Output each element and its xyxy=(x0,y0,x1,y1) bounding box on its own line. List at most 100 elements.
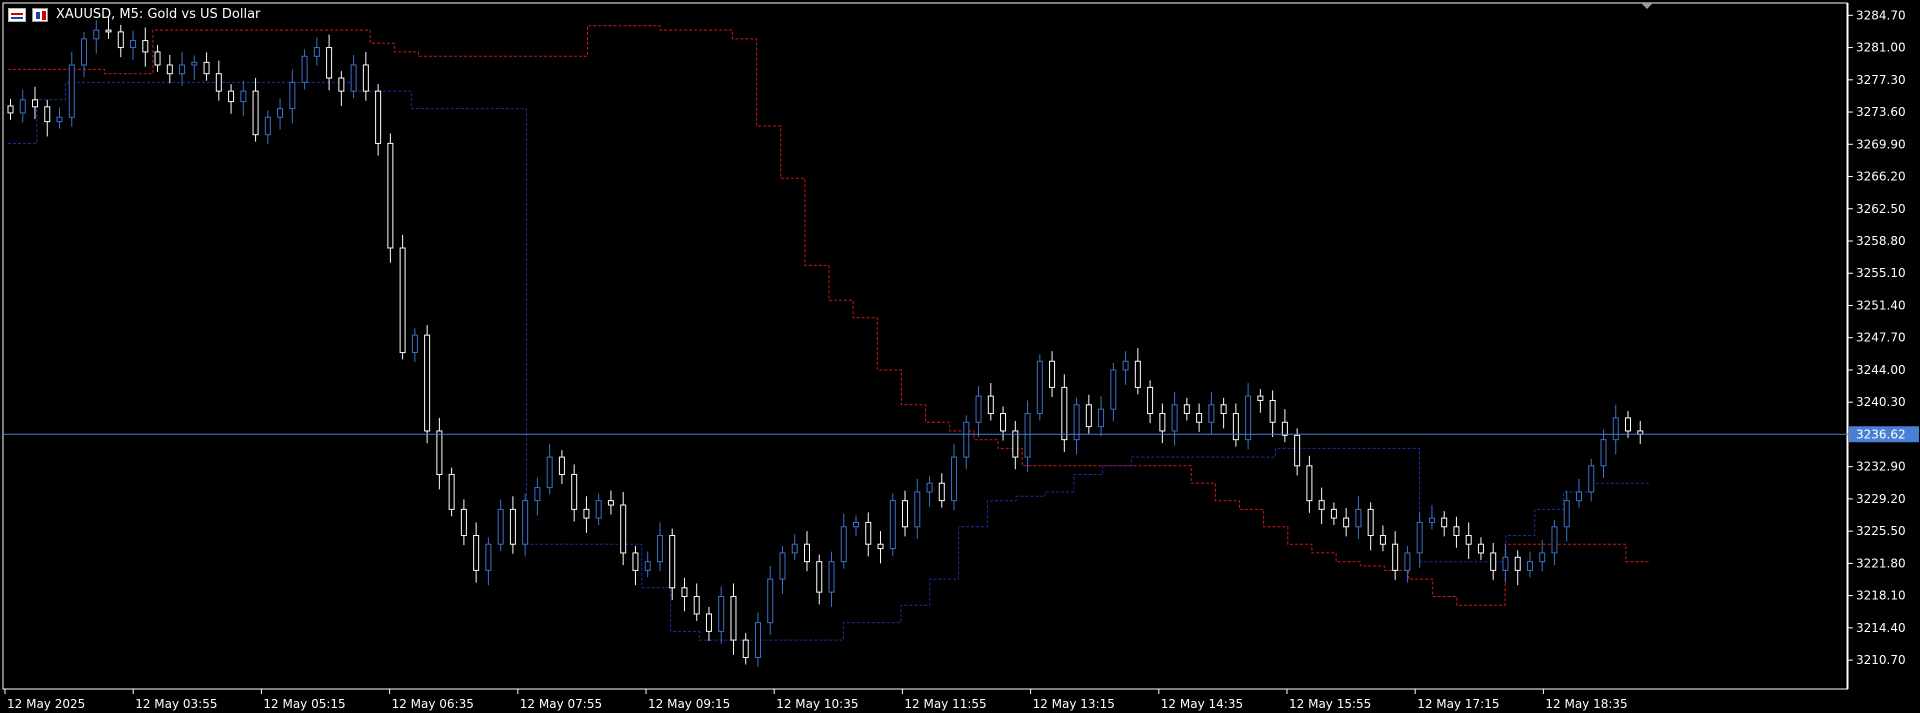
candle-body xyxy=(81,38,88,66)
candle-body xyxy=(1085,404,1092,428)
price-chart[interactable]: 3236.62 3284.70 3281.00 3277.30 3273.60 3269… xyxy=(0,0,1920,713)
candle-body xyxy=(1159,413,1166,432)
candle-body xyxy=(264,116,271,136)
candle xyxy=(424,325,431,444)
candle-body xyxy=(1392,543,1399,571)
candle xyxy=(1281,409,1288,443)
candle-body xyxy=(142,40,149,53)
x-tick-label: 12 May 09:15 xyxy=(648,697,730,711)
y-tick-label: 3214.40 xyxy=(1856,621,1906,635)
candle xyxy=(1502,544,1509,583)
candle xyxy=(987,383,994,421)
candle xyxy=(1600,429,1607,479)
candle xyxy=(938,473,945,508)
lower-trail-line xyxy=(8,81,1650,641)
candle-body xyxy=(1404,552,1411,571)
candle xyxy=(595,493,602,526)
candle xyxy=(1294,428,1301,476)
y-tick-label: 3266.20 xyxy=(1856,170,1906,184)
candle-body xyxy=(877,543,884,550)
candle xyxy=(1245,383,1252,450)
candle xyxy=(485,537,492,586)
candle xyxy=(1306,455,1313,513)
candle xyxy=(1000,406,1007,441)
candle xyxy=(1465,522,1472,560)
candle-body xyxy=(203,61,210,75)
candle xyxy=(644,551,651,578)
candle-body xyxy=(607,500,614,506)
candle xyxy=(534,477,541,516)
candle-body xyxy=(914,491,921,528)
candle-body xyxy=(1036,360,1043,415)
candle xyxy=(81,31,88,78)
candle-body xyxy=(1563,500,1570,528)
candle-body xyxy=(19,99,26,114)
candle-body xyxy=(424,334,431,432)
candle-body xyxy=(448,474,455,510)
candle-body xyxy=(583,508,590,519)
candle xyxy=(1134,348,1141,395)
candle-body xyxy=(228,90,235,103)
candle xyxy=(203,52,210,81)
y-tick-label: 3281.00 xyxy=(1856,41,1906,55)
candle-body xyxy=(1465,535,1472,545)
candle xyxy=(1514,550,1521,586)
candle xyxy=(558,450,565,485)
candle-body xyxy=(1183,404,1190,415)
candle xyxy=(963,415,970,470)
candle xyxy=(19,89,26,123)
candle xyxy=(179,51,186,86)
candle-body xyxy=(44,106,51,123)
scroll-marker-icon[interactable] xyxy=(1641,3,1653,9)
chart-header: XAUUSD, M5: Gold vs US Dollar xyxy=(8,7,260,22)
y-tick-label: 3210.70 xyxy=(1856,653,1906,667)
candle xyxy=(877,531,884,564)
candle xyxy=(975,386,982,438)
candle-body xyxy=(718,596,725,632)
candle xyxy=(1367,502,1374,551)
candle-body xyxy=(1526,561,1533,571)
current-price-label: 3236.62 xyxy=(1856,427,1906,441)
candle xyxy=(656,522,663,572)
candle xyxy=(1318,487,1325,525)
candle-body xyxy=(791,543,798,554)
candle-body xyxy=(1281,421,1288,436)
candle xyxy=(828,551,835,607)
candle xyxy=(1637,420,1644,444)
table-icon[interactable] xyxy=(8,7,26,22)
candle-body xyxy=(1232,413,1239,441)
candle-body xyxy=(32,99,39,108)
candle xyxy=(571,464,578,522)
candle-body xyxy=(338,77,345,92)
y-tick-label: 3273.60 xyxy=(1856,105,1906,119)
candle xyxy=(693,583,700,621)
candle-body xyxy=(1196,413,1203,423)
candle xyxy=(399,234,406,360)
candle-body xyxy=(7,105,14,114)
candle-body xyxy=(509,508,516,545)
candle xyxy=(326,34,333,91)
candle xyxy=(803,531,810,572)
candle xyxy=(1073,397,1080,455)
candle-body xyxy=(889,500,896,550)
candle-body xyxy=(240,90,247,103)
candle xyxy=(56,107,63,129)
candle xyxy=(1159,403,1166,444)
y-tick-label: 3221.80 xyxy=(1856,556,1906,570)
candle xyxy=(1588,458,1595,502)
x-tick-label: 12 May 10:35 xyxy=(776,697,858,711)
candle-body xyxy=(105,29,112,33)
candle xyxy=(742,633,749,665)
chart-icon[interactable] xyxy=(32,7,48,22)
candle xyxy=(754,612,761,668)
current-price-layer: 3236.62 xyxy=(4,426,1919,443)
candle-body xyxy=(975,395,982,423)
candle-body xyxy=(460,508,467,537)
candle xyxy=(1061,374,1068,452)
candle xyxy=(1122,351,1129,385)
candle xyxy=(387,133,394,263)
candle xyxy=(44,99,51,137)
candle xyxy=(889,493,896,556)
chart-window[interactable]: 3236.62 3284.70 3281.00 3277.30 3273.60 3269… xyxy=(0,0,1920,713)
y-tick-label: 3258.80 xyxy=(1856,234,1906,248)
